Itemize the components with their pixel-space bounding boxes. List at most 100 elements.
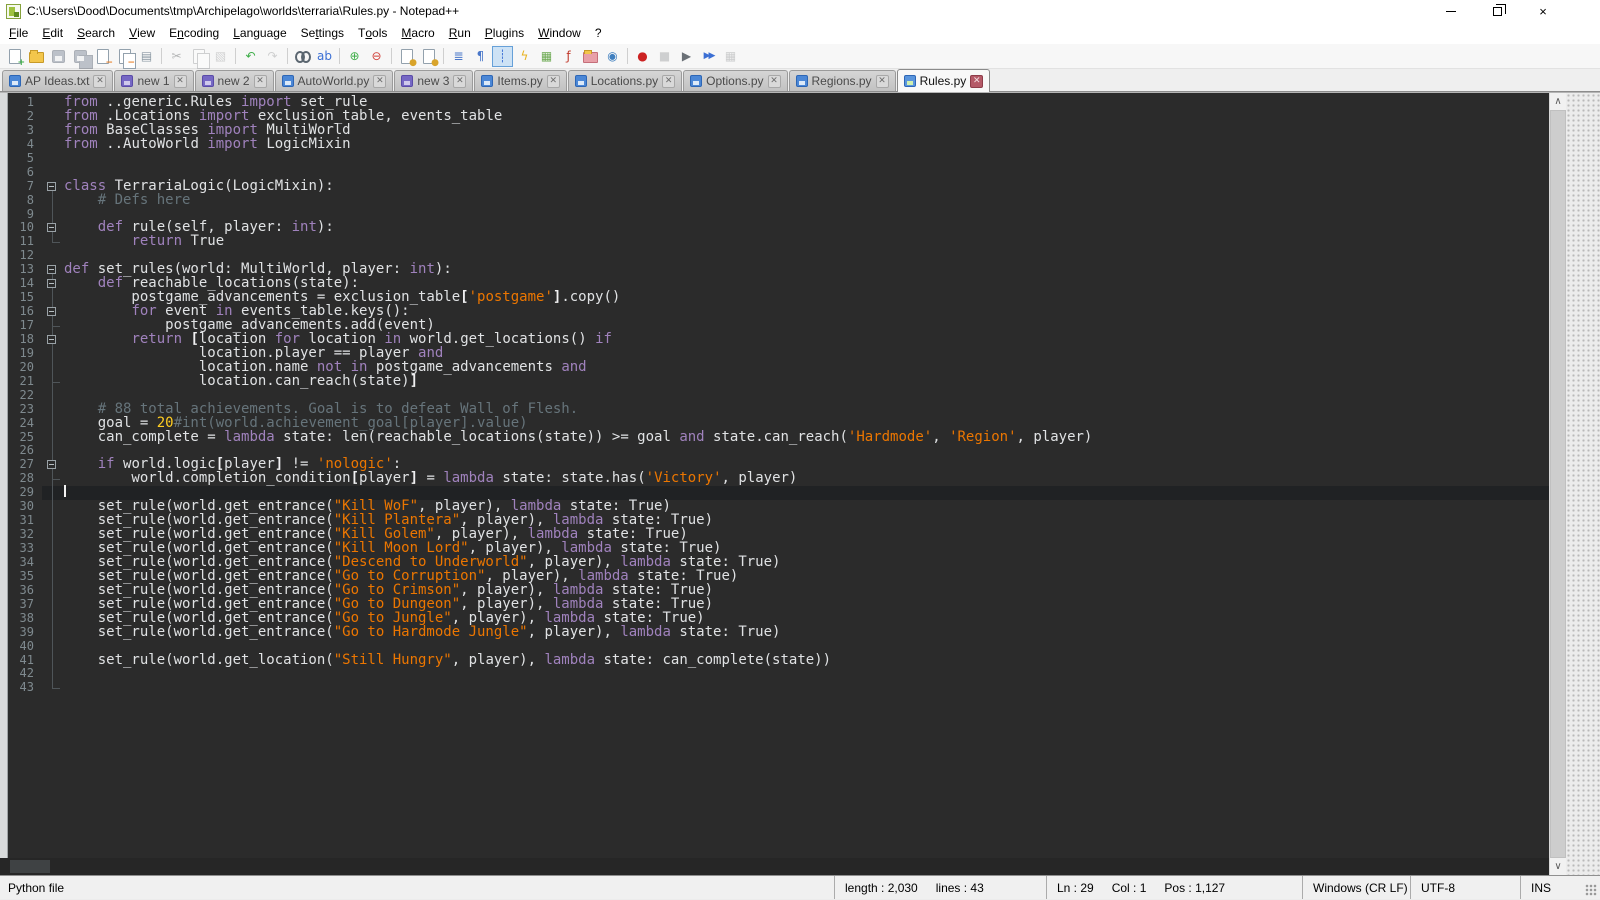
monitoring-icon[interactable]: ◉ [602, 46, 623, 67]
close-file-icon[interactable]: − [92, 46, 113, 67]
horizontal-scrollbar-thumb[interactable] [10, 860, 50, 873]
resize-grip[interactable] [1564, 876, 1600, 899]
replace-icon[interactable]: ab [314, 46, 335, 67]
scroll-up-arrow-icon[interactable]: ∧ [1550, 93, 1566, 110]
code-line[interactable]: 21 location.can_reach(state)] [0, 375, 1549, 389]
tab-autoworld-py[interactable]: AutoWorld.py✕ [275, 70, 394, 91]
tab-close-icon[interactable]: ✕ [174, 75, 187, 88]
menu-item-encoding[interactable]: Encoding [162, 22, 226, 44]
macro-play-icon[interactable]: ▶ [676, 46, 697, 67]
document-map-icon[interactable]: ▦ [536, 46, 557, 67]
close-button[interactable]: × [1520, 0, 1566, 22]
find-icon[interactable] [292, 46, 313, 67]
code-text[interactable]: return True [64, 235, 1549, 249]
fold-margin[interactable] [42, 263, 64, 277]
menu-item-plugins[interactable]: Plugins [478, 22, 531, 44]
menu-item-run[interactable]: Run [442, 22, 478, 44]
zoom-out-icon[interactable]: ⊖ [366, 46, 387, 67]
code-text[interactable]: world.completion_condition[player] = lam… [64, 472, 1549, 486]
menu-item-settings[interactable]: Settings [294, 22, 351, 44]
tab-new-2[interactable]: new 2✕ [195, 70, 274, 91]
code-text[interactable]: can_complete = lambda state: len(reachab… [64, 431, 1549, 445]
code-text[interactable]: set_rule(world.get_entrance("Go to Hardm… [64, 626, 1549, 640]
macro-save-icon[interactable]: ▦ [720, 46, 741, 67]
word-wrap-icon[interactable]: ≣ [448, 46, 469, 67]
code-text[interactable]: set_rule(world.get_location("Still Hungr… [64, 654, 1549, 668]
code-text[interactable]: from ..AutoWorld import LogicMixin [64, 138, 1549, 152]
tab-close-icon[interactable]: ✕ [254, 75, 267, 88]
code-line[interactable]: 10 def rule(self, player: int): [0, 221, 1549, 235]
save-icon[interactable] [48, 46, 69, 67]
fold-margin[interactable] [42, 333, 64, 347]
tab-close-icon[interactable]: ✕ [768, 75, 781, 88]
new-file-icon[interactable]: + [4, 46, 25, 67]
vertical-scrollbar[interactable]: ∧ ∨ [1549, 93, 1566, 875]
print-icon[interactable]: ▤ [136, 46, 157, 67]
tab-close-icon[interactable]: ✕ [453, 75, 466, 88]
show-all-characters-icon[interactable]: ¶ [470, 46, 491, 67]
menu-item-edit[interactable]: Edit [35, 22, 70, 44]
function-list-icon[interactable]: ƒ [558, 46, 579, 67]
code-text[interactable]: location.can_reach(state)] [64, 375, 1549, 389]
save-all-icon[interactable] [70, 46, 91, 67]
define-language-icon[interactable]: ϟ [514, 46, 535, 67]
tab-items-py[interactable]: Items.py✕ [474, 70, 566, 91]
tab-rules-py[interactable]: Rules.py✕ [897, 69, 991, 92]
tab-options-py[interactable]: Options.py✕ [683, 70, 787, 91]
menu-item-language[interactable]: Language [226, 22, 293, 44]
tab-close-icon[interactable]: ✕ [93, 75, 106, 88]
fold-margin[interactable] [42, 305, 64, 319]
code-line[interactable]: 7class TerrariaLogic(LogicMixin): [0, 180, 1549, 194]
sync-horizontal-icon[interactable]: ● [418, 46, 439, 67]
code-line[interactable]: 25 can_complete = lambda state: len(reac… [0, 431, 1549, 445]
sync-vertical-icon[interactable]: ● [396, 46, 417, 67]
code-text[interactable]: # Defs here [64, 194, 1549, 208]
minimize-button[interactable] [1428, 0, 1474, 22]
paste-icon[interactable]: ▧ [210, 46, 231, 67]
fold-margin[interactable] [42, 180, 64, 194]
code-line[interactable]: 41 set_rule(world.get_location("Still Hu… [0, 654, 1549, 668]
code-line[interactable]: 4from ..AutoWorld import LogicMixin [0, 138, 1549, 152]
undo-icon[interactable]: ↶ [240, 46, 261, 67]
copy-icon[interactable] [188, 46, 209, 67]
code-line[interactable]: 39 set_rule(world.get_entrance("Go to Ha… [0, 626, 1549, 640]
code-text[interactable]: class TerrariaLogic(LogicMixin): [64, 180, 1549, 194]
fold-margin[interactable] [42, 458, 64, 472]
code-line[interactable]: 42 [0, 667, 1549, 681]
fold-margin[interactable] [42, 221, 64, 235]
code-text[interactable] [64, 667, 1549, 681]
status-encoding[interactable]: UTF-8 [1410, 876, 1520, 899]
menu-item-item[interactable]: ? [588, 22, 609, 44]
code-text[interactable] [64, 152, 1549, 166]
scroll-down-arrow-icon[interactable]: ∨ [1550, 858, 1566, 875]
status-eol-format[interactable]: Windows (CR LF) [1302, 876, 1410, 899]
zoom-in-icon[interactable]: ⊕ [344, 46, 365, 67]
open-file-icon[interactable] [26, 46, 47, 67]
tab-ap-ideas-txt[interactable]: AP Ideas.txt✕ [2, 70, 113, 91]
menu-item-macro[interactable]: Macro [394, 22, 441, 44]
vertical-scrollbar-thumb[interactable] [1550, 110, 1566, 858]
code-text[interactable]: def rule(self, player: int): [64, 221, 1549, 235]
indent-guide-icon[interactable]: ┊ [492, 46, 513, 67]
status-insert-mode[interactable]: INS [1520, 876, 1564, 899]
fold-margin[interactable] [42, 277, 64, 291]
cut-icon[interactable]: ✂ [166, 46, 187, 67]
menu-item-window[interactable]: Window [531, 22, 588, 44]
tab-regions-py[interactable]: Regions.py✕ [789, 70, 896, 91]
folder-as-workspace-icon[interactable] [580, 46, 601, 67]
menu-item-view[interactable]: View [122, 22, 162, 44]
tab-close-icon[interactable]: ✕ [970, 75, 983, 88]
code-line[interactable]: 5 [0, 152, 1549, 166]
tab-close-icon[interactable]: ✕ [876, 75, 889, 88]
tab-close-icon[interactable]: ✕ [373, 75, 386, 88]
redo-icon[interactable]: ↷ [262, 46, 283, 67]
restore-button[interactable] [1474, 0, 1520, 22]
tab-close-icon[interactable]: ✕ [662, 75, 675, 88]
tab-new-3[interactable]: new 3✕ [394, 70, 473, 91]
close-all-icon[interactable]: − [114, 46, 135, 67]
macro-record-icon[interactable]: ● [632, 46, 653, 67]
code-text[interactable] [64, 681, 1549, 695]
code-line[interactable]: 11 return True [0, 235, 1549, 249]
menu-item-search[interactable]: Search [70, 22, 122, 44]
tab-close-icon[interactable]: ✕ [547, 75, 560, 88]
